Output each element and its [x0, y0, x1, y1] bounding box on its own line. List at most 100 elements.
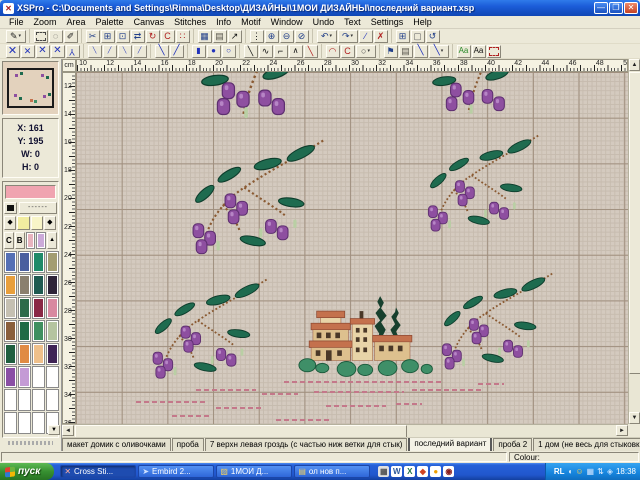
quarter-stitch-tl[interactable]: ╲: [88, 45, 102, 58]
maximize-button[interactable]: ❐: [609, 2, 623, 14]
quarter-stitch-br[interactable]: ╱: [133, 45, 147, 58]
design-preview[interactable]: [2, 61, 59, 115]
scroll-down-button[interactable]: ▼: [629, 412, 640, 424]
pattern-tab-2[interactable]: 7 верхн левая гроздь (с частью ниж ветки…: [205, 438, 408, 452]
rotate-tool[interactable]: ↻: [146, 30, 160, 43]
network-icon[interactable]: ⇅: [597, 468, 604, 476]
circle-stitch-tool[interactable]: ○▾: [356, 45, 376, 58]
image-overlay-tool[interactable]: ▤: [399, 45, 413, 58]
corner-backstitch-tool[interactable]: ⌐: [274, 45, 288, 58]
styled-line-stitch[interactable]: ╲▾: [429, 45, 449, 58]
palette-swatch[interactable]: [18, 366, 31, 388]
curve-backstitch-tool[interactable]: ∿: [259, 45, 273, 58]
zoom-out-tool[interactable]: ⊖: [280, 30, 294, 43]
palette-swatch[interactable]: [4, 274, 17, 296]
horizontal-scrollbar[interactable]: ◄ ►: [62, 424, 628, 437]
palette-swatch[interactable]: [46, 251, 59, 273]
update-icon[interactable]: ◈: [607, 468, 613, 476]
thread-guide-tool[interactable]: ⋮: [250, 30, 264, 43]
palette-swatch[interactable]: [46, 274, 59, 296]
taskbar-clock[interactable]: 18:38: [616, 467, 636, 476]
palette-swatch[interactable]: [4, 343, 17, 365]
paint-icon[interactable]: ◆: [417, 466, 428, 477]
highlight-color-button[interactable]: [31, 216, 43, 230]
scroll-left-button[interactable]: ◄: [62, 425, 74, 436]
french-knot-filled[interactable]: ●: [207, 45, 221, 58]
palette-swatch[interactable]: [46, 366, 59, 388]
lasso-select-tool[interactable]: ◌: [49, 30, 63, 43]
menu-help[interactable]: Help: [408, 17, 437, 27]
knot-flag-tool[interactable]: ⚑: [384, 45, 398, 58]
zoom-reset-tool[interactable]: ⊘: [295, 30, 309, 43]
palette-scroll-up[interactable]: ▲: [47, 232, 57, 249]
blank-page-tool[interactable]: ▢: [411, 30, 425, 43]
marquee-select-tool[interactable]: [34, 30, 48, 43]
copy-tool[interactable]: ⊞: [101, 30, 115, 43]
backstitch-tool[interactable]: ╲: [244, 45, 258, 58]
palette-swatch[interactable]: [46, 343, 59, 365]
taskbar-task-1[interactable]: ➤Embird 2...: [138, 465, 214, 478]
palette-swatch[interactable]: [32, 412, 45, 434]
palette-swatch[interactable]: [32, 297, 45, 319]
word-icon[interactable]: W: [391, 466, 402, 477]
highlight-color-button[interactable]: [17, 216, 29, 230]
pencil-tool-dropdown[interactable]: ▾: [19, 33, 22, 39]
scroll-right-button[interactable]: ►: [616, 425, 628, 436]
volume-icon[interactable]: ◖: [568, 468, 573, 476]
palette-swatch[interactable]: [46, 297, 59, 319]
palette-swatch[interactable]: [32, 320, 45, 342]
palette-swatch[interactable]: [18, 389, 31, 411]
circle-stitch-tool-dropdown[interactable]: ▾: [367, 48, 370, 54]
half-stitch-forward[interactable]: ╱: [170, 45, 184, 58]
minimize-button[interactable]: —: [594, 2, 608, 14]
scroll-up-button[interactable]: ▲: [629, 59, 640, 71]
paste-special-tool[interactable]: ⊞: [396, 30, 410, 43]
header-swatch[interactable]: [26, 232, 36, 249]
zoom-in-tool[interactable]: ⊕: [265, 30, 279, 43]
palette-swatch[interactable]: [4, 389, 17, 411]
vertical-scroll-thumb[interactable]: [629, 72, 640, 374]
palette-swatch[interactable]: [4, 297, 17, 319]
rotate-90-tool[interactable]: C: [161, 30, 175, 43]
menu-area[interactable]: Area: [62, 17, 91, 27]
blend-pattern-button[interactable]: ------: [19, 202, 57, 214]
language-indicator[interactable]: RL: [554, 467, 565, 476]
palette-swatch[interactable]: [4, 320, 17, 342]
menu-motif[interactable]: Motif: [236, 17, 266, 27]
undo-button[interactable]: ↶▾: [317, 30, 337, 43]
quarter-stitch-tr[interactable]: ╱: [103, 45, 117, 58]
pattern-tab-5[interactable]: 1 дом (не весь для стыковки): [533, 438, 640, 452]
menu-info[interactable]: Info: [211, 17, 236, 27]
column-c-button[interactable]: C: [4, 232, 14, 249]
draw-line-tool[interactable]: ∕: [359, 30, 373, 43]
repeat-pattern-tool[interactable]: ∷: [176, 30, 190, 43]
palette-swatch[interactable]: [18, 297, 31, 319]
pattern-tab-3[interactable]: последний вариант: [408, 437, 492, 452]
diamond-button[interactable]: ◆: [44, 216, 56, 230]
palette-scroll-down[interactable]: ▼: [48, 425, 60, 435]
header-swatch[interactable]: [36, 232, 46, 249]
text-tool[interactable]: Aa: [472, 45, 486, 58]
opera-icon[interactable]: ●: [430, 466, 441, 477]
solid-color-button[interactable]: [4, 202, 17, 214]
rotate-canvas-tool[interactable]: ↺: [426, 30, 440, 43]
menu-undo[interactable]: Undo: [308, 17, 340, 27]
palette-swatch[interactable]: [32, 366, 45, 388]
palette-swatch[interactable]: [32, 251, 45, 273]
title-bar[interactable]: ✕ XSPro - C:\Documents and Settings\Rimm…: [0, 0, 640, 16]
thick-line-stitch[interactable]: ╲: [414, 45, 428, 58]
vertical-line-stitch[interactable]: ▮: [192, 45, 206, 58]
palette-swatch[interactable]: [32, 389, 45, 411]
angle-backstitch-tool[interactable]: ∧: [289, 45, 303, 58]
palette-swatch[interactable]: [18, 412, 31, 434]
menu-zoom[interactable]: Zoom: [29, 17, 62, 27]
upright-cross-stitch[interactable]: Y: [66, 45, 80, 58]
paste-tool[interactable]: ⊡: [116, 30, 130, 43]
menu-settings[interactable]: Settings: [366, 17, 409, 27]
start-button[interactable]: пуск: [0, 463, 54, 480]
text-tool-color[interactable]: Aa: [457, 45, 471, 58]
styled-line-stitch-dropdown[interactable]: ▾: [441, 48, 444, 54]
palette-swatch[interactable]: [18, 320, 31, 342]
taskbar-task-0[interactable]: ✕Cross Sti...: [60, 465, 136, 478]
palette-swatch[interactable]: [4, 412, 17, 434]
